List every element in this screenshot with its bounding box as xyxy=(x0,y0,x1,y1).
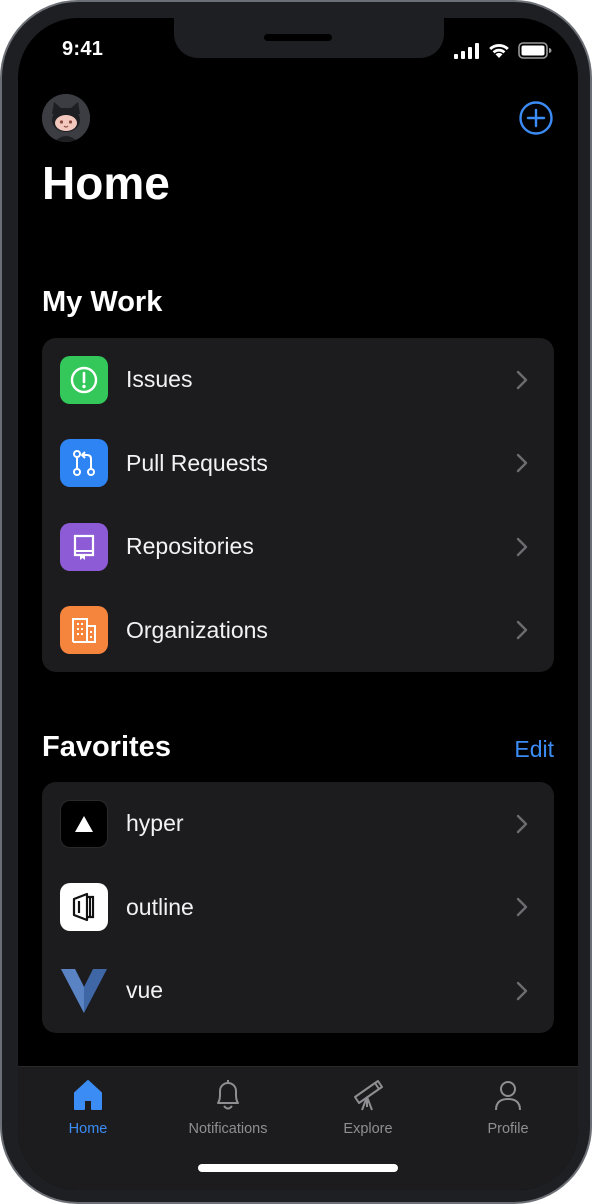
octocat-avatar-icon xyxy=(42,94,90,142)
hyper-logo-icon xyxy=(60,799,108,848)
battery-icon xyxy=(518,42,552,59)
home-icon xyxy=(74,1080,102,1110)
chevron-right-icon xyxy=(516,814,528,833)
notch xyxy=(174,18,444,58)
telescope-icon xyxy=(354,1080,383,1111)
wifi-icon xyxy=(489,43,509,58)
list-item-label: Repositories xyxy=(126,533,254,560)
status-time: 9:41 xyxy=(62,38,104,60)
chevron-right-icon xyxy=(516,454,528,473)
add-button[interactable] xyxy=(518,100,554,136)
list-item-outline[interactable]: outline xyxy=(42,866,554,950)
list-item-vue[interactable]: vue xyxy=(42,949,554,1033)
chevron-right-icon xyxy=(516,981,528,1000)
repo-icon xyxy=(60,522,108,571)
chevron-right-icon xyxy=(516,898,528,917)
my-work-list: Issues Pull Requests Repositories Organi… xyxy=(42,338,554,672)
tab-label: Profile xyxy=(487,1121,529,1137)
list-item-label: outline xyxy=(126,893,194,920)
git-pull-request-icon xyxy=(60,439,108,488)
tab-profile[interactable]: Profile xyxy=(438,1077,578,1147)
chevron-right-icon xyxy=(516,537,528,556)
tab-home[interactable]: Home xyxy=(18,1077,158,1147)
outline-logo-icon xyxy=(60,883,108,932)
screen: 9:41 Home My Work Issues Pull Requests R… xyxy=(18,18,578,1190)
chevron-right-icon xyxy=(516,370,528,389)
tab-notifications[interactable]: Notifications xyxy=(158,1077,298,1147)
issue-opened-icon xyxy=(60,355,108,404)
status-icons xyxy=(454,42,552,59)
list-item-label: Pull Requests xyxy=(126,449,268,476)
tab-label: Explore xyxy=(343,1121,393,1137)
tab-explore[interactable]: Explore xyxy=(298,1077,438,1147)
chevron-right-icon xyxy=(516,621,528,640)
device-frame: 9:41 Home My Work Issues Pull Requests R… xyxy=(0,0,592,1204)
avatar[interactable] xyxy=(42,94,90,142)
list-item-issues[interactable]: Issues xyxy=(42,338,554,422)
edit-favorites-button[interactable]: Edit xyxy=(514,736,554,763)
favorites-list: hyper outline vue xyxy=(42,782,554,1033)
bell-icon xyxy=(217,1080,239,1110)
cellular-signal-icon xyxy=(454,42,479,59)
vue-logo-icon xyxy=(60,967,108,1015)
list-item-hyper[interactable]: hyper xyxy=(42,782,554,866)
list-item-label: vue xyxy=(126,977,164,1004)
person-icon xyxy=(495,1081,521,1111)
speaker-grille xyxy=(264,34,332,41)
list-item-label: hyper xyxy=(126,810,184,837)
tab-label: Home xyxy=(68,1121,108,1137)
my-work-title: My Work xyxy=(42,286,163,318)
plus-circle-icon xyxy=(519,101,553,135)
tab-label: Notifications xyxy=(188,1121,268,1137)
list-item-label: Issues xyxy=(126,366,193,393)
list-item-repositories[interactable]: Repositories xyxy=(42,505,554,589)
list-item-label: Organizations xyxy=(126,616,268,643)
list-item-organizations[interactable]: Organizations xyxy=(42,589,554,673)
page-title: Home xyxy=(42,157,170,209)
list-item-pull-requests[interactable]: Pull Requests xyxy=(42,422,554,506)
favorites-title: Favorites xyxy=(42,731,171,763)
organization-icon xyxy=(60,606,108,655)
home-indicator[interactable] xyxy=(198,1164,398,1172)
